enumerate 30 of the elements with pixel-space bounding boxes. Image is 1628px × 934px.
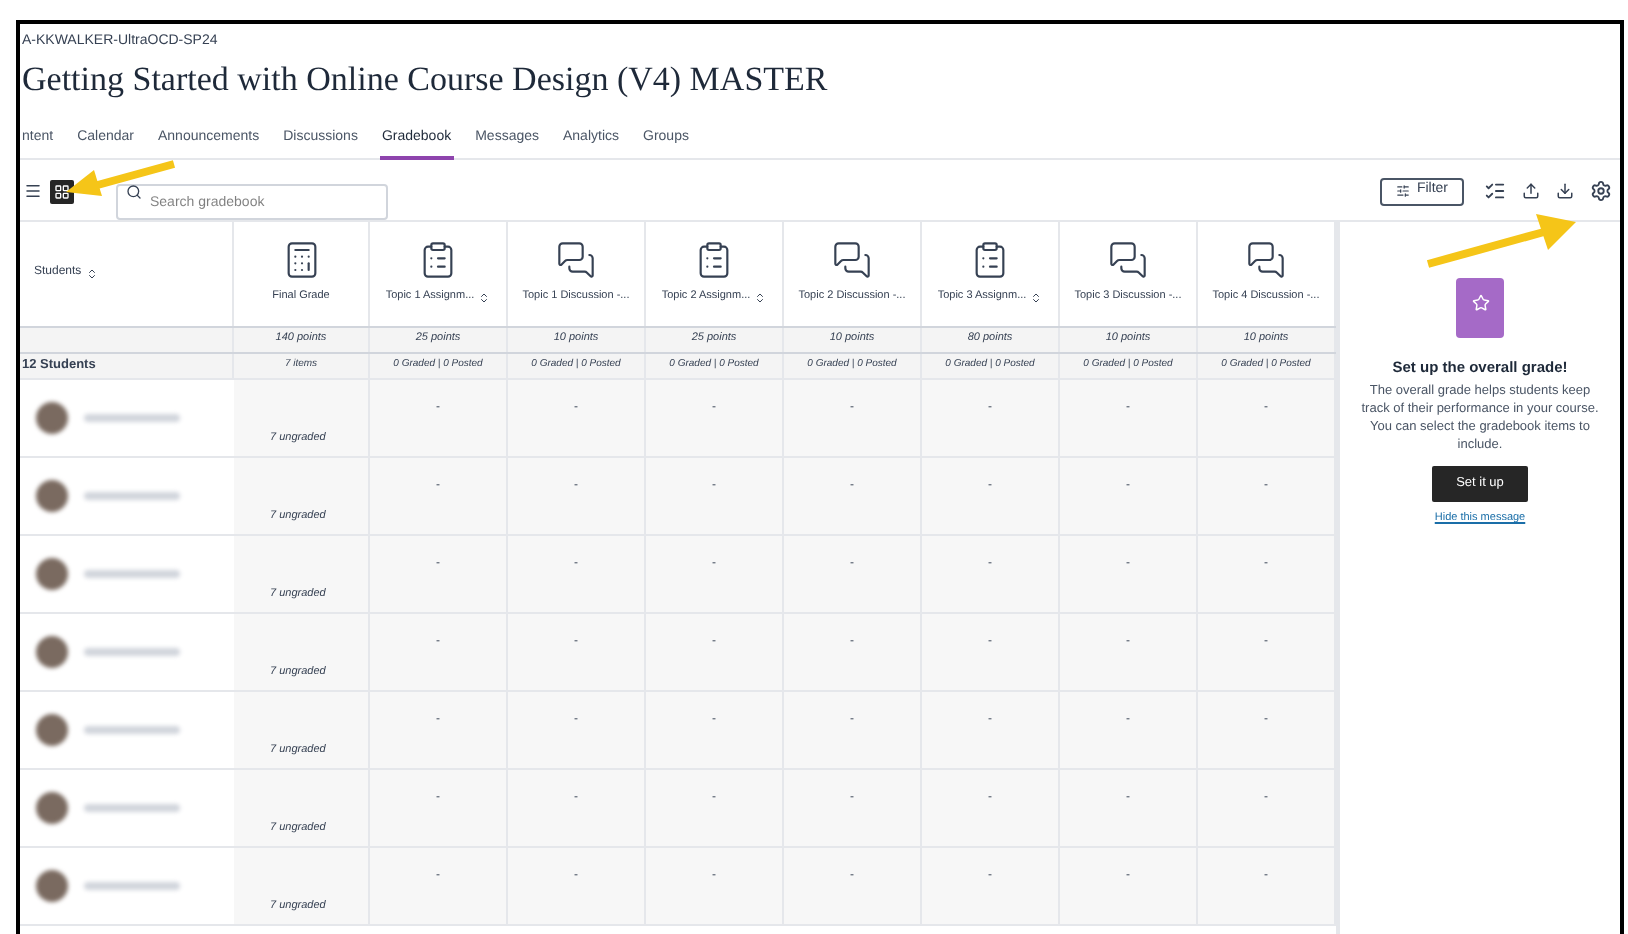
blurred-name [84, 413, 180, 421]
speech-bubbles-icon [1246, 240, 1286, 281]
course-title: Getting Started with Online Course Design (V4) MASTER [22, 57, 830, 102]
speech-bubbles-icon [556, 240, 596, 281]
avatar [36, 713, 68, 745]
upload-icon[interactable] [1522, 182, 1540, 200]
avatar [36, 401, 68, 433]
avatar [36, 557, 68, 589]
avatar [36, 791, 68, 823]
blurred-name [84, 725, 180, 733]
grid-view-button[interactable] [50, 179, 74, 203]
avatar [36, 869, 68, 901]
download-icon[interactable] [1556, 182, 1574, 200]
checklist-icon [418, 240, 458, 281]
checklist-icon [970, 240, 1010, 281]
settings-icon[interactable] [1590, 180, 1612, 202]
speech-bubbles-icon [832, 240, 872, 281]
avatar [36, 635, 68, 667]
blurred-name [84, 491, 180, 499]
blurred-name [84, 803, 180, 811]
blurred-name [84, 881, 180, 889]
blurred-name [84, 647, 180, 655]
avatar [36, 479, 68, 511]
sliders-icon [1396, 184, 1411, 198]
search-icon [126, 183, 142, 199]
checklist-icon [694, 240, 734, 281]
blurred-name [84, 569, 180, 577]
list-view-button[interactable] [20, 179, 44, 203]
arrow-annotation [66, 160, 178, 200]
speech-bubbles-icon [1108, 240, 1148, 281]
